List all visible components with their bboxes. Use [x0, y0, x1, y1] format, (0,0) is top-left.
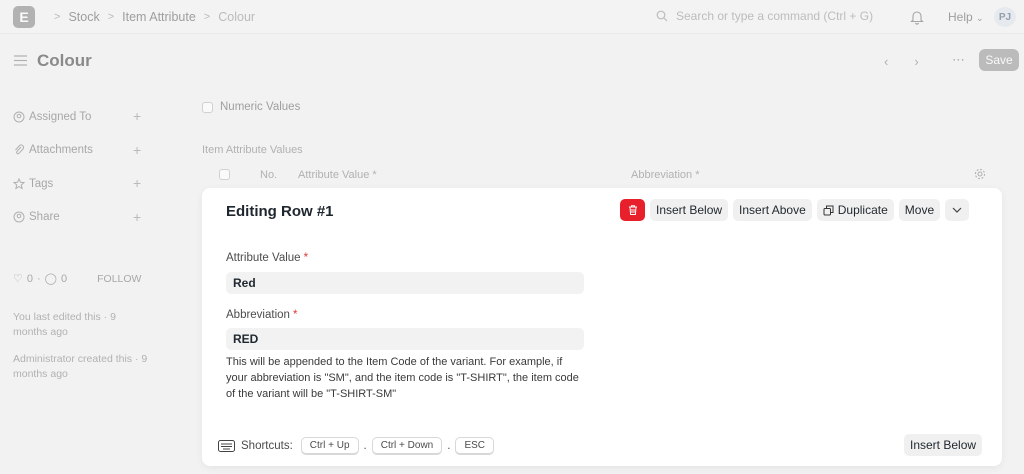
paperclip-icon [15, 144, 24, 155]
sidebar-item-assigned-to[interactable]: Assigned To + [13, 100, 153, 134]
numeric-values-checkbox[interactable]: Numeric Values [202, 101, 300, 113]
insert-above-button[interactable]: Insert Above [733, 199, 812, 221]
abbreviation-input[interactable]: RED [226, 328, 584, 350]
created-text: Administrator created this · 9 months ag… [13, 353, 148, 380]
sidebar-item-attachments[interactable]: Attachments + [13, 134, 153, 168]
shortcut-ctrl-down: Ctrl + Down [371, 437, 443, 455]
checkbox[interactable] [202, 101, 213, 113]
last-edited-text: You last edited this · 9 months ago [13, 311, 116, 338]
separator-dot: . [447, 440, 451, 452]
table-header: No. Attribute Value * Abbreviation * [202, 162, 1002, 188]
abbreviation-label: Abbreviation * [226, 309, 298, 321]
chevron-right-icon: > [203, 11, 211, 23]
attribute-value-label: Attribute Value * [226, 252, 309, 264]
app-logo[interactable]: E [13, 6, 35, 28]
shortcut-ctrl-up: Ctrl + Up [300, 437, 359, 455]
save-button[interactable]: Save [979, 49, 1019, 71]
navbar: E > Stock > Item Attribute > Colour Sear… [0, 0, 1024, 34]
required-marker: * [292, 309, 298, 321]
menu-icon[interactable] [14, 55, 27, 66]
column-abbreviation: Abbreviation * [631, 169, 700, 181]
plus-icon[interactable]: + [133, 175, 141, 191]
follow-button[interactable]: FOLLOW [97, 273, 141, 285]
comments-count: 0 [60, 272, 68, 285]
sidebar-item-share[interactable]: Share + [13, 201, 153, 235]
comment-icon[interactable]: ◯ [45, 272, 57, 285]
chevron-down-icon: ⌄ [976, 13, 984, 23]
duplicate-icon [823, 205, 834, 215]
sidebar-item-tags[interactable]: Tags + [13, 167, 153, 201]
select-all-checkbox[interactable] [219, 169, 230, 180]
abbreviation-description: This will be appended to the Item Code o… [226, 356, 579, 400]
row-actions: Insert Below Insert Above Duplicate Move [620, 199, 970, 221]
numeric-values-label: Numeric Values [220, 101, 301, 113]
chevron-left-icon[interactable]: ‹ [884, 54, 888, 69]
avatar[interactable]: PJ [994, 7, 1016, 27]
breadcrumb-colour: Colour [218, 10, 256, 24]
delete-button[interactable] [620, 199, 645, 221]
section-title: Item Attribute Values [202, 144, 303, 156]
bell-icon[interactable] [910, 9, 924, 25]
insert-below-button[interactable]: Insert Below [650, 199, 729, 221]
sidebar: Assigned To + Attachments + Tags + Share… [13, 100, 153, 234]
search-placeholder: Search or type a command (Ctrl + G) [676, 9, 874, 23]
duplicate-button[interactable]: Duplicate [816, 199, 894, 221]
move-button[interactable]: Move [898, 199, 941, 221]
keyboard-icon [218, 440, 235, 452]
gear-icon[interactable] [974, 168, 986, 180]
separator-dot: . [363, 440, 367, 452]
breadcrumb-stock[interactable]: Stock [68, 10, 99, 24]
share-icon [13, 211, 25, 223]
panel-title: Editing Row #1 [226, 203, 334, 220]
chevron-right-icon: > [107, 11, 115, 23]
breadcrumb-item-attribute[interactable]: Item Attribute [122, 10, 196, 24]
collapse-button[interactable] [945, 199, 970, 221]
plus-icon[interactable]: + [133, 209, 141, 225]
plus-icon[interactable]: + [133, 108, 141, 124]
chevron-right-icon[interactable]: › [914, 54, 918, 69]
column-no: No. [260, 169, 278, 181]
search-icon [656, 10, 668, 22]
breadcrumb: > Stock > Item Attribute > Colour [46, 10, 255, 24]
trash-icon [628, 205, 637, 215]
more-icon[interactable]: ⋯ [952, 52, 965, 68]
likes-comments: ♡ 0 · ◯ 0 FOLLOW [13, 272, 141, 286]
likes-count: 0 [26, 272, 33, 285]
help-menu[interactable]: Help ⌄ [948, 10, 984, 24]
shortcut-esc: ESC [455, 437, 494, 455]
user-add-icon [13, 111, 25, 123]
search-bar[interactable]: Search or type a command (Ctrl + G) [656, 9, 873, 23]
page-header: Colour ‹ › ⋯ Save [0, 46, 1024, 76]
plus-icon[interactable]: + [133, 142, 141, 158]
chevron-right-icon: > [54, 11, 61, 23]
editing-row-panel: Editing Row #1 Insert Below Insert Above… [202, 188, 1002, 466]
shortcuts-label: Shortcuts: [241, 440, 293, 452]
chevron-down-icon [952, 207, 962, 213]
separator-dot: · [37, 272, 41, 285]
footer-insert-below-button[interactable]: Insert Below [904, 434, 983, 456]
heart-icon[interactable]: ♡ [13, 272, 23, 285]
column-attribute-value: Attribute Value * [298, 169, 377, 181]
attribute-value-input[interactable]: Red [226, 272, 584, 294]
star-icon [13, 177, 25, 190]
shortcuts-bar: Shortcuts: Ctrl + Up . Ctrl + Down . ESC [218, 437, 494, 455]
page-title: Colour [37, 51, 92, 70]
required-marker: * [303, 252, 309, 264]
